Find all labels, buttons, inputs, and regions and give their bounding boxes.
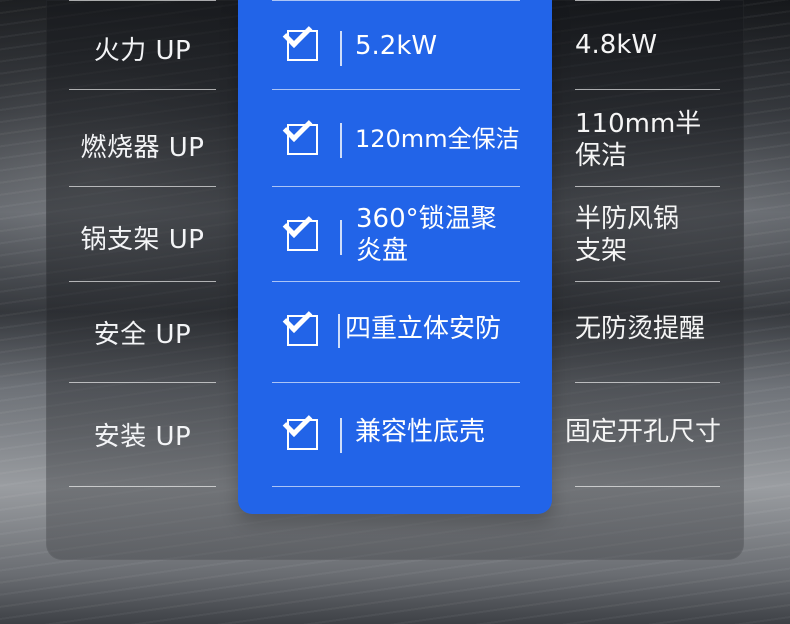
row-5-left-label: 安装 UP <box>93 421 192 452</box>
row-3-middle-value: 360°锁温聚 炎盘 <box>356 204 497 266</box>
row-1-right-value: 4.8kW <box>575 30 658 61</box>
row-4-bottom-divider-left <box>69 382 216 383</box>
row-1-bottom-divider-middle <box>272 89 520 90</box>
row-5-middle-divider <box>340 418 342 453</box>
row-1-left-label: 火力 UP <box>93 35 192 66</box>
row-3-left-label: 锅支架 UP <box>80 224 205 255</box>
top-divider-middle <box>272 0 520 1</box>
row-4-left-label: 安全 UP <box>93 319 192 350</box>
checkbox-checked-icon <box>282 112 318 155</box>
row-1-bottom-divider-right <box>575 89 720 90</box>
row-4-middle-divider <box>338 314 340 348</box>
row-2-bottom-divider-middle <box>272 186 520 187</box>
row-3-bottom-divider-left <box>69 281 216 282</box>
row-2-left-label: 燃烧器 UP <box>80 132 205 163</box>
row-4-bottom-divider-right <box>575 382 720 383</box>
top-divider-right <box>575 0 720 1</box>
row-1-middle-divider <box>340 31 342 66</box>
row-5-bottom-divider-middle <box>272 486 520 487</box>
row-2-bottom-divider-right <box>575 186 720 187</box>
row-5-right-value: 固定开孔尺寸 <box>565 417 722 448</box>
row-5-bottom-divider-left <box>69 486 216 487</box>
row-5-middle-value: 兼容性底壳 <box>355 417 486 448</box>
row-4-bottom-divider-middle <box>272 382 520 383</box>
checkbox-checked-icon <box>282 407 318 450</box>
row-2-middle-value: 120mm全保洁 <box>355 125 520 154</box>
row-1-bottom-divider-left <box>69 89 216 90</box>
row-3-bottom-divider-right <box>575 281 720 282</box>
checkbox-checked-icon <box>282 18 318 61</box>
row-4-right-value: 无防烫提醒 <box>575 314 706 345</box>
checkbox-checked-icon <box>282 208 318 251</box>
row-3-middle-divider <box>340 220 342 255</box>
row-5-bottom-divider-right <box>575 486 720 487</box>
row-2-right-value: 110mm半 保洁 <box>575 109 702 171</box>
row-4-middle-value: 四重立体安防 <box>345 314 502 345</box>
row-3-bottom-divider-middle <box>272 281 520 282</box>
row-2-bottom-divider-left <box>69 186 216 187</box>
row-3-right-value: 半防风锅 支架 <box>575 204 680 266</box>
row-1-middle-value: 5.2kW <box>355 31 438 62</box>
checkbox-checked-icon <box>282 303 318 346</box>
row-2-middle-divider <box>340 123 342 158</box>
top-divider-left <box>69 0 216 1</box>
